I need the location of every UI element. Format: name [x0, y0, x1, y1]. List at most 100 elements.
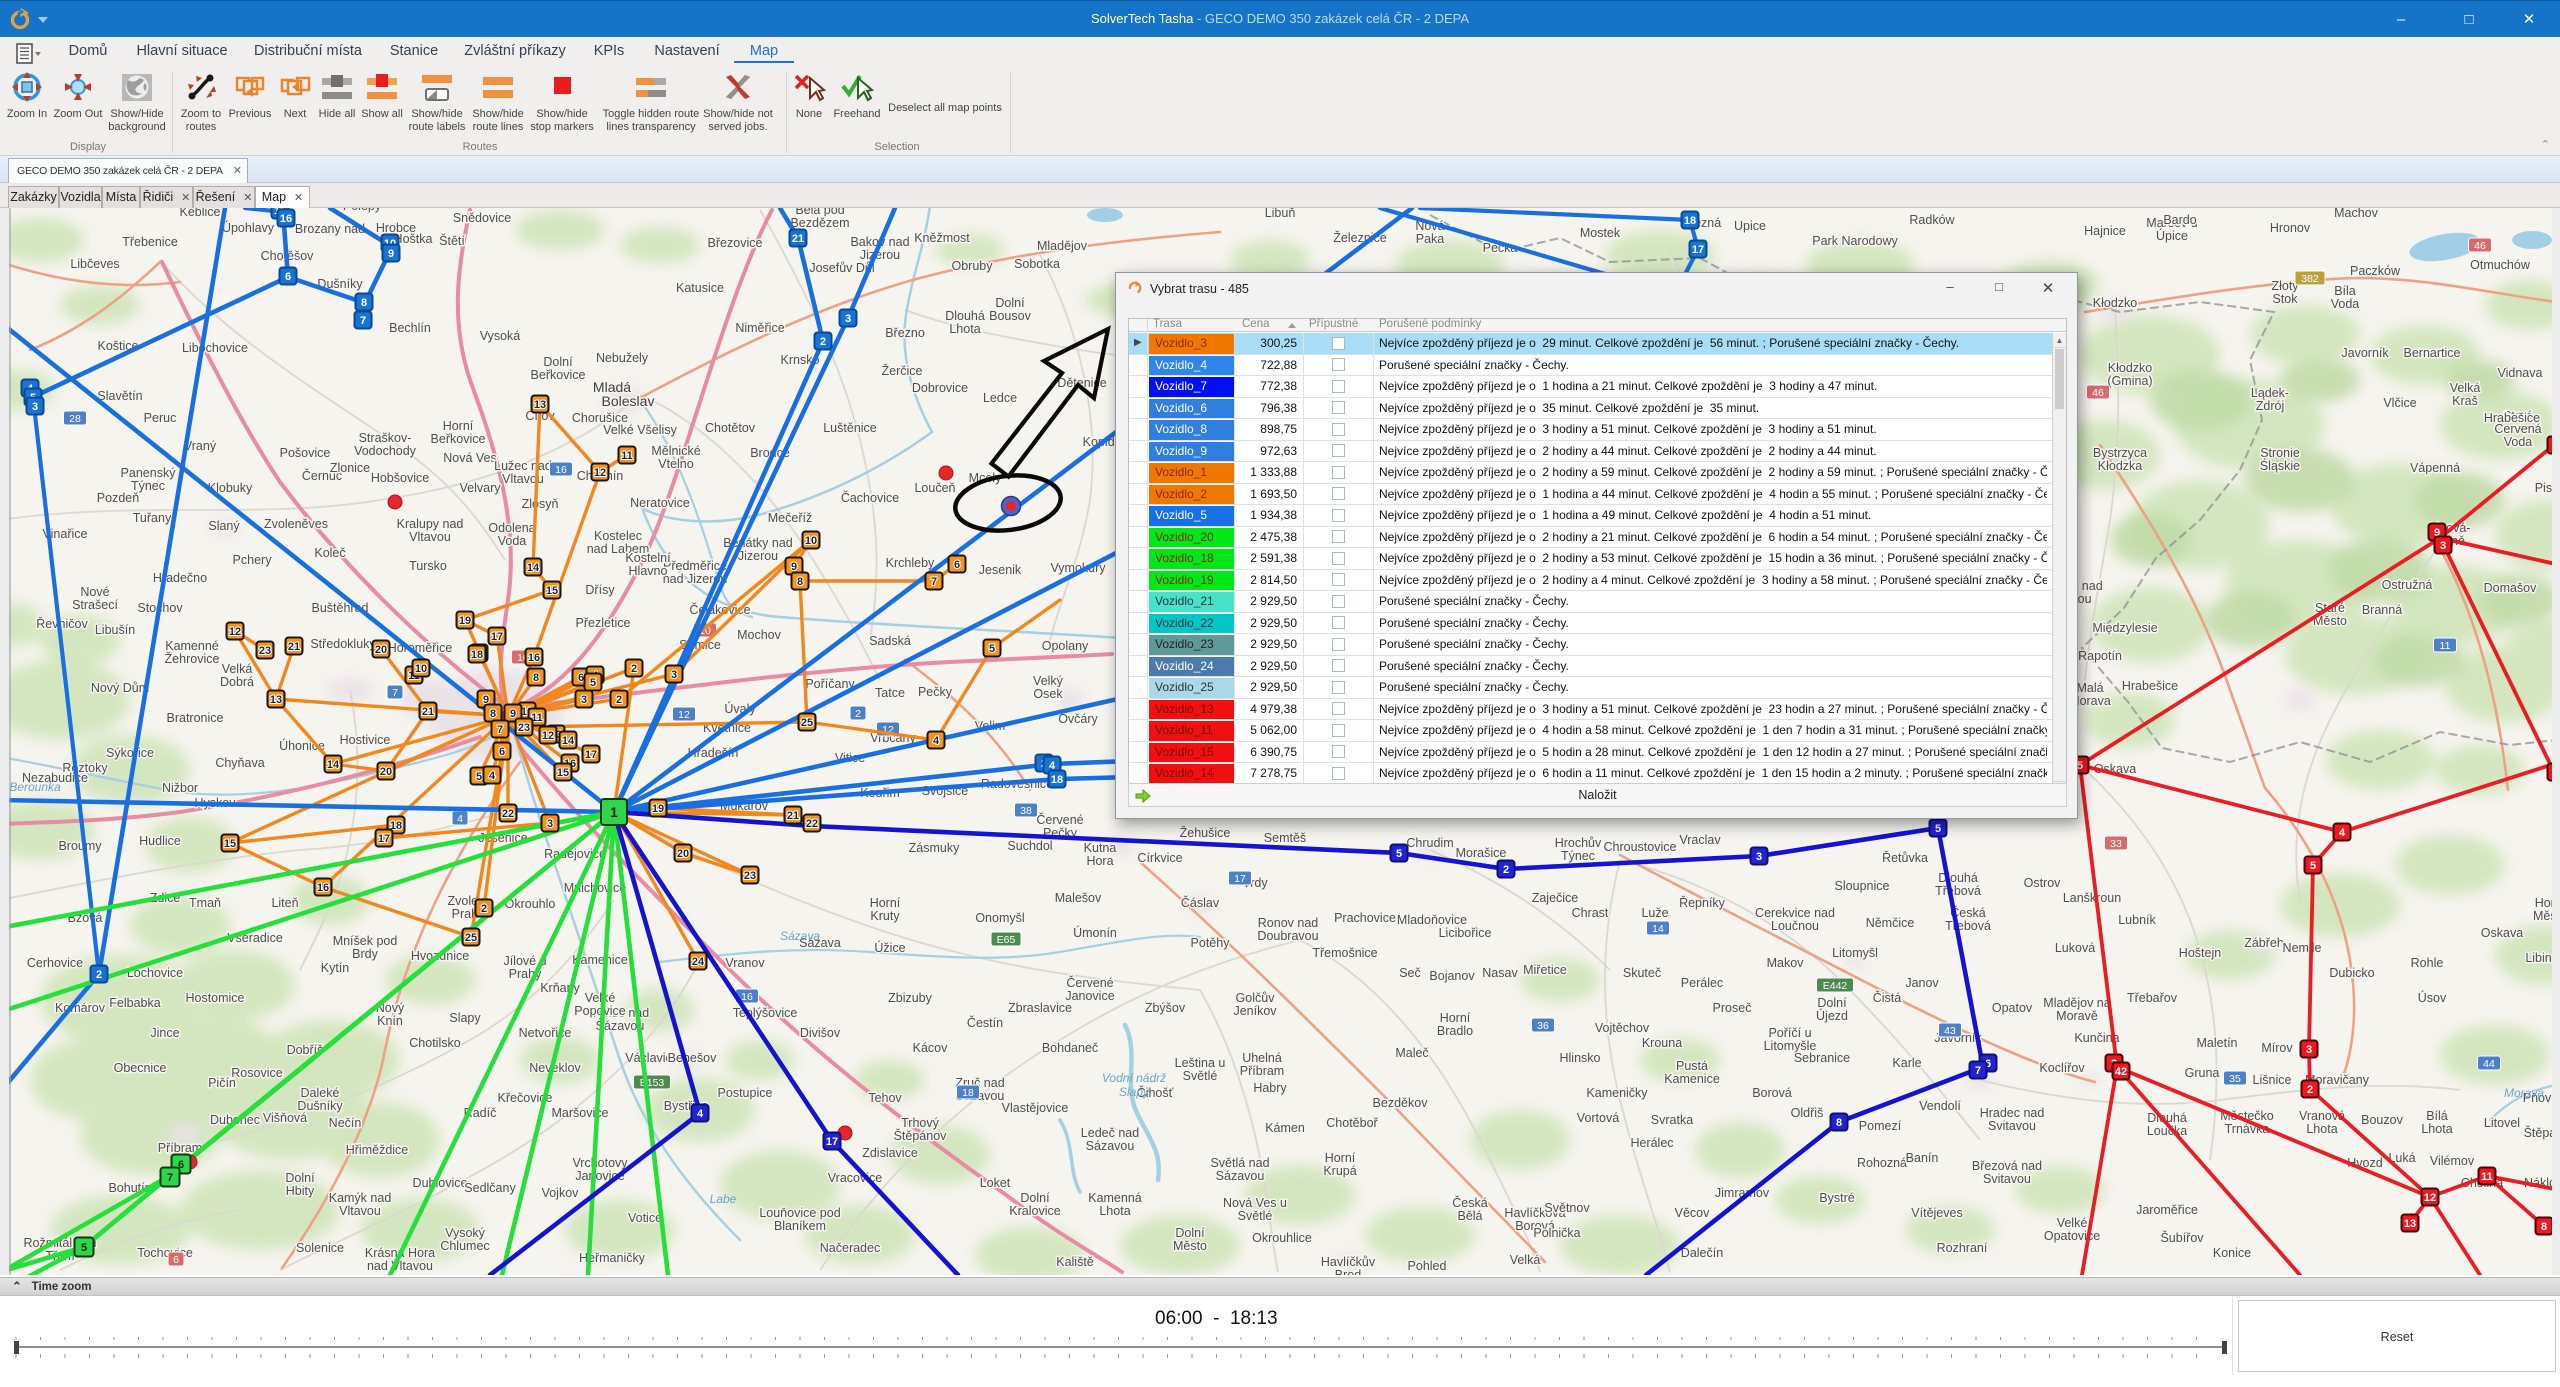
- svg-text:Komárov: Komárov: [55, 1001, 106, 1015]
- svg-text:Jaroměřice: Jaroměřice: [2136, 1203, 2198, 1217]
- svg-text:Hudlice: Hudlice: [139, 834, 181, 848]
- svg-text:Daleké: Daleké: [301, 1086, 340, 1100]
- svg-text:Kameničky: Kameničky: [1586, 1086, 1648, 1100]
- svg-text:Borová: Borová: [1752, 1086, 1792, 1100]
- svg-text:E442: E442: [1823, 980, 1848, 992]
- svg-text:Hoštejn: Hoštejn: [2179, 946, 2221, 960]
- svg-text:6: 6: [173, 1254, 179, 1266]
- svg-text:Voda: Voda: [498, 534, 527, 548]
- svg-text:3: 3: [671, 669, 677, 681]
- svg-text:12: 12: [229, 626, 241, 638]
- svg-text:Tursko: Tursko: [409, 559, 447, 573]
- svg-text:Třebová: Třebová: [1945, 919, 1991, 933]
- svg-text:Velká: Velká: [1510, 1253, 1541, 1267]
- svg-text:Opatov: Opatov: [1992, 1001, 2033, 1015]
- svg-text:Třebenice: Třebenice: [122, 235, 178, 249]
- svg-text:Otmuchów: Otmuchów: [2470, 258, 2531, 272]
- svg-text:2: 2: [2307, 1084, 2313, 1096]
- svg-text:3: 3: [1756, 851, 1762, 863]
- svg-text:7: 7: [360, 315, 366, 327]
- svg-text:Lubník: Lubník: [2118, 913, 2156, 927]
- svg-text:2: 2: [481, 903, 487, 915]
- svg-text:E65: E65: [997, 934, 1016, 946]
- svg-text:5: 5: [476, 771, 482, 783]
- svg-text:Okrouhlo: Okrouhlo: [505, 897, 556, 911]
- svg-text:Osek: Osek: [1033, 687, 1063, 701]
- svg-text:Světnov: Světnov: [1544, 1201, 1590, 1215]
- svg-text:7: 7: [167, 1172, 173, 1184]
- svg-text:Vrchotovy: Vrchotovy: [572, 1156, 628, 1170]
- svg-text:Dolní: Dolní: [543, 355, 573, 369]
- svg-text:10: 10: [415, 663, 427, 675]
- svg-text:Zvoleněves: Zvoleněves: [264, 517, 328, 531]
- svg-text:Kłodzka: Kłodzka: [2098, 459, 2143, 473]
- svg-text:Krchleby: Krchleby: [886, 556, 935, 570]
- svg-text:6: 6: [954, 559, 960, 571]
- svg-text:3: 3: [845, 313, 851, 325]
- svg-text:Sedlčany: Sedlčany: [464, 1181, 516, 1195]
- svg-text:Popovice: Popovice: [574, 1004, 625, 1018]
- svg-text:17: 17: [1692, 244, 1704, 256]
- svg-text:Příbram: Příbram: [1240, 1064, 1284, 1078]
- svg-text:Vendolí: Vendolí: [1919, 1099, 1961, 1113]
- svg-text:Kámen: Kámen: [1265, 1121, 1305, 1135]
- svg-text:Lužec nad: Lužec nad: [494, 459, 552, 473]
- svg-text:14: 14: [527, 562, 540, 574]
- svg-text:Sýkořice: Sýkořice: [106, 746, 154, 760]
- svg-text:Dolní: Dolní: [1175, 1226, 1205, 1240]
- svg-text:Zdislavice: Zdislavice: [862, 1146, 918, 1160]
- svg-text:Úžice: Úžice: [874, 940, 905, 955]
- svg-text:Oldřiš: Oldřiš: [1791, 1106, 1824, 1120]
- svg-text:Pomezí: Pomezí: [1859, 1119, 1902, 1133]
- svg-text:1: 1: [610, 805, 618, 820]
- svg-text:Kostelec: Kostelec: [594, 529, 642, 543]
- svg-text:Postupice: Postupice: [718, 1086, 773, 1100]
- svg-text:17: 17: [585, 749, 597, 761]
- svg-text:Konice: Konice: [2213, 1246, 2251, 1260]
- svg-text:Broumy: Broumy: [58, 839, 102, 853]
- svg-text:Nový Dům: Nový Dům: [91, 681, 149, 695]
- svg-text:12: 12: [594, 467, 606, 479]
- svg-text:Církvice: Církvice: [1137, 851, 1182, 865]
- svg-text:Voda: Voda: [2331, 297, 2360, 311]
- svg-text:Dublovice: Dublovice: [413, 1176, 468, 1190]
- svg-text:Zbizuby: Zbizuby: [888, 991, 933, 1005]
- svg-text:Divišov: Divišov: [800, 1026, 841, 1040]
- svg-text:5: 5: [989, 643, 995, 655]
- svg-text:Międzylesie: Międzylesie: [2092, 621, 2157, 635]
- svg-text:Chotětov: Chotětov: [705, 421, 756, 435]
- svg-text:16: 16: [555, 464, 567, 476]
- svg-text:Morašice: Morašice: [1456, 846, 1507, 860]
- svg-text:15: 15: [546, 585, 558, 597]
- svg-text:Bousov: Bousov: [989, 309, 1031, 323]
- svg-text:33: 33: [2110, 838, 2122, 850]
- svg-text:Zbýšov: Zbýšov: [1145, 1001, 1186, 1015]
- svg-text:Bezdězem: Bezdězem: [790, 216, 849, 230]
- svg-text:Lhota: Lhota: [2421, 1122, 2452, 1136]
- svg-text:Hlinsko: Hlinsko: [1560, 1051, 1601, 1065]
- svg-text:Višňová: Višňová: [263, 1111, 307, 1125]
- svg-text:Louňovice pod: Louňovice pod: [759, 1206, 840, 1220]
- svg-text:6: 6: [285, 271, 291, 283]
- svg-text:21: 21: [792, 233, 804, 245]
- svg-text:Libochovice: Libochovice: [182, 341, 248, 355]
- svg-text:Malešov: Malešov: [1055, 891, 1102, 905]
- svg-text:25: 25: [465, 932, 477, 944]
- svg-text:Pošovice: Pošovice: [280, 446, 331, 460]
- svg-text:Čestín: Čestín: [967, 1015, 1003, 1030]
- svg-text:Kamenná: Kamenná: [1088, 1191, 1142, 1205]
- svg-text:Světlé: Světlé: [1238, 1209, 1273, 1223]
- svg-text:Zbraslavice: Zbraslavice: [1008, 1001, 1072, 1015]
- svg-text:17: 17: [491, 631, 503, 643]
- svg-text:Zlosyň: Zlosyň: [522, 497, 559, 511]
- svg-text:Hradec nad: Hradec nad: [1980, 1106, 2045, 1120]
- svg-text:Mladějov na: Mladějov na: [2043, 996, 2110, 1010]
- svg-text:Horní: Horní: [1440, 1011, 1471, 1025]
- svg-text:Libušín: Libušín: [95, 623, 135, 637]
- svg-text:Vlčice: Vlčice: [2383, 396, 2416, 410]
- svg-text:Sloupnice: Sloupnice: [1835, 879, 1890, 893]
- svg-text:35: 35: [2229, 1073, 2241, 1085]
- svg-text:14: 14: [562, 735, 575, 747]
- svg-text:Opolany: Opolany: [1042, 639, 1089, 653]
- svg-text:Kytín: Kytín: [321, 961, 350, 975]
